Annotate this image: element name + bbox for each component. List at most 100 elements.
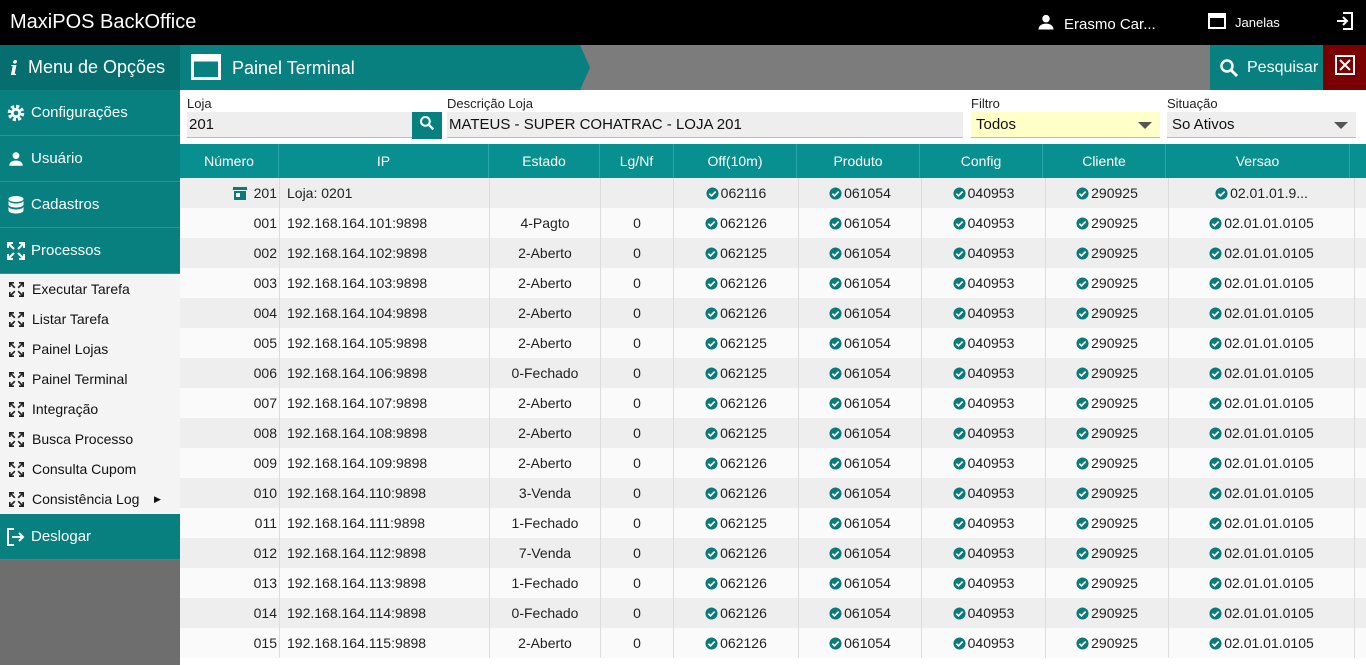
- column-header-estado[interactable]: Estado: [489, 144, 600, 178]
- user-menu[interactable]: Erasmo Car...: [1036, 12, 1156, 36]
- table-row[interactable]: 013 192.168.164.113:9898 1-Fechado 0 062126 0…: [180, 568, 1366, 598]
- table-row[interactable]: 015 192.168.164.115:9898 2-Aberto 0 062126 06…: [180, 628, 1366, 658]
- table-row[interactable]: 003 192.168.164.103:9898 2-Aberto 0 062126 06…: [180, 268, 1366, 298]
- cell-ip-value: 192.168.164.102:9898: [287, 245, 428, 261]
- table-row[interactable]: 009 192.168.164.109:9898 2-Aberto 0 062126 06…: [180, 448, 1366, 478]
- submenu-item-label: Painel Lojas: [32, 341, 109, 357]
- status-ok-icon: [953, 546, 966, 560]
- sidebar-item-cadastros[interactable]: Cadastros: [0, 182, 180, 228]
- cell-cliente-value: 290925: [1091, 365, 1138, 381]
- cell-lgnf-value: 0: [633, 275, 641, 291]
- status-ok-icon: [1076, 426, 1089, 440]
- cell-off-value: 062126: [720, 395, 767, 411]
- cell-config-value: 040953: [967, 245, 1015, 261]
- submenu-item-painel-lojas[interactable]: Painel Lojas: [0, 334, 180, 364]
- cell-produto: 061054: [799, 358, 922, 388]
- cell-ip-value: 192.168.164.103:9898: [287, 275, 428, 291]
- status-ok-icon: [829, 486, 842, 500]
- submenu-item-integracao[interactable]: Integração: [0, 394, 180, 424]
- cell-off: 062126: [674, 298, 799, 328]
- table-row[interactable]: 006 192.168.164.106:9898 0-Fechado 0 062125 0…: [180, 358, 1366, 388]
- table-row[interactable]: 011 192.168.164.111:9898 1-Fechado 0 062125 0…: [180, 508, 1366, 538]
- table-row[interactable]: 002 192.168.164.102:9898 2-Aberto 0 062125 06…: [180, 238, 1366, 268]
- table-row[interactable]: 010 192.168.164.110:9898 3-Venda 0 062126 061…: [180, 478, 1366, 508]
- status-ok-icon: [1076, 336, 1089, 350]
- table-row[interactable]: 007 192.168.164.107:9898 2-Aberto 0 062126 06…: [180, 388, 1366, 418]
- cell-versao-value: 02.01.01.0105: [1224, 275, 1314, 291]
- cell-produto: 061054: [799, 388, 922, 418]
- table-row[interactable]: 004 192.168.164.104:9898 2-Aberto 0 062126 06…: [180, 298, 1366, 328]
- cell-ip: 192.168.164.107:9898: [280, 388, 490, 418]
- sidebar-item-deslogar[interactable]: Deslogar: [0, 514, 180, 560]
- loja-input[interactable]: 201: [187, 112, 412, 138]
- table-row[interactable]: 005 192.168.164.105:9898 2-Aberto 0 062125 06…: [180, 328, 1366, 358]
- submenu-item-painel-terminal[interactable]: Painel Terminal: [0, 364, 180, 394]
- cell-cliente-value: 290925: [1091, 455, 1138, 471]
- processos-submenu: Executar Tarefa Listar Tarefa Painel Loj…: [0, 274, 180, 514]
- database-icon: [0, 195, 31, 215]
- store-icon: [232, 186, 248, 201]
- status-ok-icon: [1209, 306, 1222, 320]
- cell-off: 062126: [674, 598, 799, 628]
- table-row[interactable]: 008 192.168.164.108:9898 2-Aberto 0 062125 06…: [180, 418, 1366, 448]
- cell-numero-value: 015: [253, 635, 277, 651]
- cell-config: 040953: [922, 358, 1046, 388]
- cell-produto-value: 061054: [844, 365, 891, 381]
- store-summary-row[interactable]: 201 Loja: 0201 062116 061054 040953 290925 02.…: [180, 178, 1366, 208]
- cell-lgnf-value: 0: [633, 545, 641, 561]
- submenu-item-label: Listar Tarefa: [32, 311, 109, 327]
- submenu-item-executar-tarefa[interactable]: Executar Tarefa: [0, 274, 180, 304]
- cell-estado: 7-Venda: [490, 538, 601, 568]
- table-row[interactable]: 014 192.168.164.114:9898 0-Fechado 0 062126 0…: [180, 598, 1366, 628]
- cell-numero: 005: [180, 328, 280, 358]
- sidebar-item-usuario[interactable]: Usuário: [0, 136, 180, 182]
- search-button[interactable]: Pesquisar: [1210, 45, 1323, 90]
- cell-off-value: 062126: [720, 215, 767, 231]
- column-header-config[interactable]: Config: [920, 144, 1043, 178]
- column-header-lgnf[interactable]: Lg/Nf: [600, 144, 674, 178]
- column-header-off[interactable]: Off(10m): [674, 144, 797, 178]
- column-header-numero[interactable]: Número: [180, 144, 279, 178]
- cell-versao: 02.01.01.0105: [1169, 598, 1355, 628]
- cell-cliente-value: 290925: [1091, 305, 1138, 321]
- status-ok-icon: [829, 636, 842, 650]
- submenu-item-listar-tarefa[interactable]: Listar Tarefa: [0, 304, 180, 334]
- sidebar: i Menu de Opções Configurações Usuário C…: [0, 45, 180, 665]
- filtro-value: Todos: [976, 116, 1017, 133]
- descricao-input[interactable]: MATEUS - SUPER COHATRAC - LOJA 201: [447, 112, 963, 138]
- cell-off-value: 062116: [720, 185, 767, 201]
- column-header-cliente[interactable]: Cliente: [1043, 144, 1166, 178]
- cell-numero-value: 002: [253, 245, 277, 261]
- submenu-item-consulta-cupom[interactable]: Consulta Cupom: [0, 454, 180, 484]
- cell-lgnf: 0: [601, 298, 674, 328]
- submenu-item-consistencia-log[interactable]: Consistência Log ▶: [0, 484, 180, 514]
- column-header-versao[interactable]: Versao: [1166, 144, 1350, 178]
- status-ok-icon: [1076, 456, 1089, 470]
- sidebar-item-processos[interactable]: Processos: [0, 228, 180, 274]
- status-ok-icon: [1076, 486, 1089, 500]
- column-header-produto[interactable]: Produto: [797, 144, 920, 178]
- cell-ip-value: 192.168.164.113:9898: [287, 575, 427, 591]
- expand-icon: [0, 371, 32, 387]
- situacao-select[interactable]: So Ativos: [1167, 112, 1356, 138]
- cell-lgnf-value: 0: [633, 335, 641, 351]
- close-button[interactable]: [1323, 45, 1366, 90]
- table-row[interactable]: 012 192.168.164.112:9898 7-Venda 0 062126 061…: [180, 538, 1366, 568]
- search-icon: [419, 115, 435, 136]
- windows-menu[interactable]: Janelas: [1208, 13, 1280, 32]
- cell-numero: 002: [180, 238, 280, 268]
- table-row[interactable]: 001 192.168.164.101:9898 4-Pagto 0 062126 061…: [180, 208, 1366, 238]
- cell-lgnf: 0: [601, 418, 674, 448]
- expand-icon: [0, 401, 32, 417]
- sidebar-item-configuracoes[interactable]: Configurações: [0, 90, 180, 136]
- cell-estado-value: 0-Fechado: [511, 605, 579, 621]
- loja-search-button[interactable]: [412, 112, 442, 139]
- exit-icon[interactable]: [1335, 11, 1355, 36]
- submenu-item-busca-processo[interactable]: Busca Processo: [0, 424, 180, 454]
- cell-off: 062125: [674, 508, 799, 538]
- cell-cliente: 290925: [1046, 358, 1169, 388]
- filtro-select[interactable]: Todos: [971, 112, 1160, 138]
- cell-produto: 061054: [799, 568, 922, 598]
- column-header-ip[interactable]: IP: [279, 144, 489, 178]
- status-ok-icon: [1209, 636, 1222, 650]
